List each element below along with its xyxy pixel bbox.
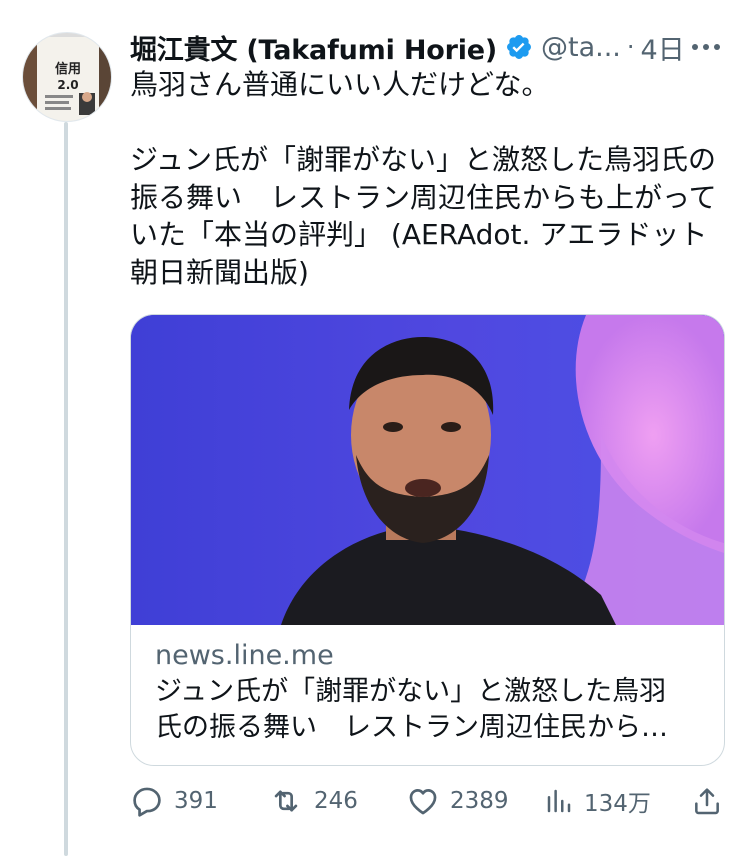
tweet-text-line: 朝日新聞出版): [130, 255, 309, 289]
reply-count: 391: [174, 788, 218, 814]
views-icon: [547, 789, 571, 813]
avatar[interactable]: 信用 2.0: [22, 32, 112, 122]
action-bar: 391 246 2389 134万: [130, 780, 730, 822]
thread-line: [64, 122, 68, 856]
tweet-text-line: ジュン氏が「謝罪がない」と激怒した鳥羽氏の: [130, 143, 717, 176]
handle[interactable]: @ta...: [541, 32, 621, 63]
tweet-text-line: いた「本当の評判」 (AERAdot. アエラドット: [130, 218, 708, 251]
card-meta: news.line.me ジュン氏が「謝罪がない」と激怒した鳥羽 氏の振る舞い …: [131, 625, 724, 746]
tweet-text-blank: [130, 104, 730, 142]
retweet-count: 246: [314, 788, 358, 814]
like-button[interactable]: 2389: [406, 780, 509, 822]
reply-icon: [133, 787, 161, 817]
tweet-header: 堀江貴文 (Takafumi Horie) @ta... · 4日: [130, 28, 730, 66]
display-name[interactable]: 堀江貴文 (Takafumi Horie): [130, 28, 497, 67]
avatar-text-1: 信用: [55, 61, 81, 77]
share-icon: [695, 788, 719, 815]
retweet-icon: [274, 790, 298, 812]
tweet-text: 鳥羽さん普通にいい人だけどな。 ジュン氏が「謝罪がない」と激怒した鳥羽氏の 振る…: [130, 66, 730, 291]
views-count: 134万: [584, 791, 651, 817]
separator-dot: ·: [626, 33, 635, 61]
tweet-text-line: 振る舞い レストラン周辺住民からも上がって: [130, 180, 717, 214]
views-button[interactable]: 134万: [544, 780, 651, 822]
avatar-text-2: 2.0: [57, 78, 78, 92]
reply-button[interactable]: 391: [130, 780, 218, 822]
link-card[interactable]: news.line.me ジュン氏が「謝罪がない」と激怒した鳥羽 氏の振る舞い …: [130, 314, 725, 766]
timestamp[interactable]: 4日: [641, 28, 685, 67]
card-title-line: 氏の振る舞い レストラン周辺住民から…: [155, 712, 668, 743]
like-icon: [409, 789, 437, 815]
share-button[interactable]: [691, 780, 723, 822]
tweet[interactable]: 堀江貴文 (Takafumi Horie) @ta... · 4日 鳥羽さん普通…: [130, 28, 730, 817]
retweet-button[interactable]: 246: [268, 780, 358, 822]
like-count: 2389: [450, 788, 509, 814]
card-image[interactable]: [131, 315, 724, 625]
verified-badge-icon: [505, 33, 533, 61]
card-title-line: ジュン氏が「謝罪がない」と激怒した鳥羽: [155, 676, 667, 707]
tweet-text-line: 鳥羽さん普通にいい人だけどな。: [130, 68, 550, 101]
card-domain: news.line.me: [155, 640, 334, 671]
more-icon[interactable]: [688, 32, 724, 62]
